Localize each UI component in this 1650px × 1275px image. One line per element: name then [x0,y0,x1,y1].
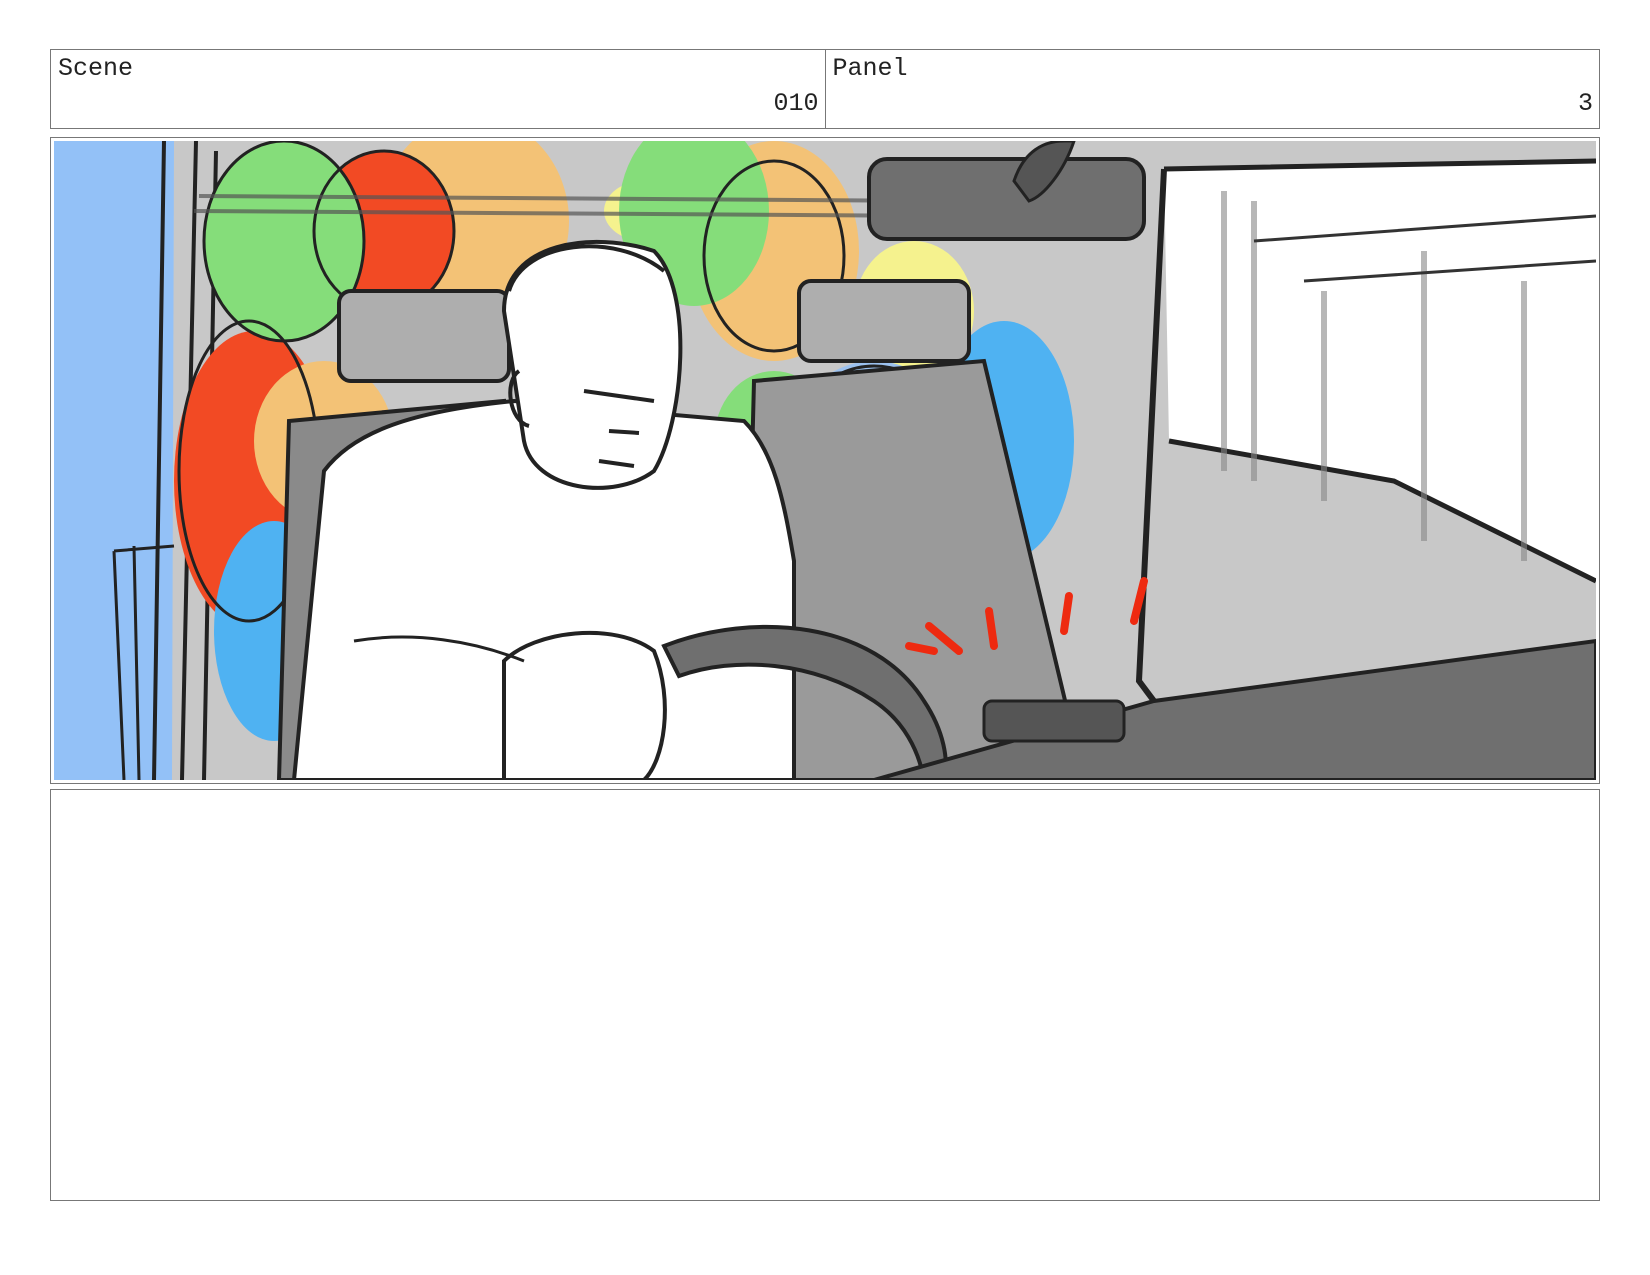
storyboard-drawing [54,141,1596,780]
scene-cell: Scene 010 [51,50,825,128]
panel-number: 3 [1577,89,1593,118]
scene-number: 010 [773,89,819,118]
panel-label: Panel [832,54,908,83]
storyboard-frame [50,137,1600,784]
scene-label: Scene [58,54,134,83]
rearview-mirror [867,157,1146,241]
storyboard-header: Scene 010 Panel 3 [50,49,1600,129]
panel-cell: Panel 3 [824,50,1600,128]
notes-area [50,789,1600,1201]
